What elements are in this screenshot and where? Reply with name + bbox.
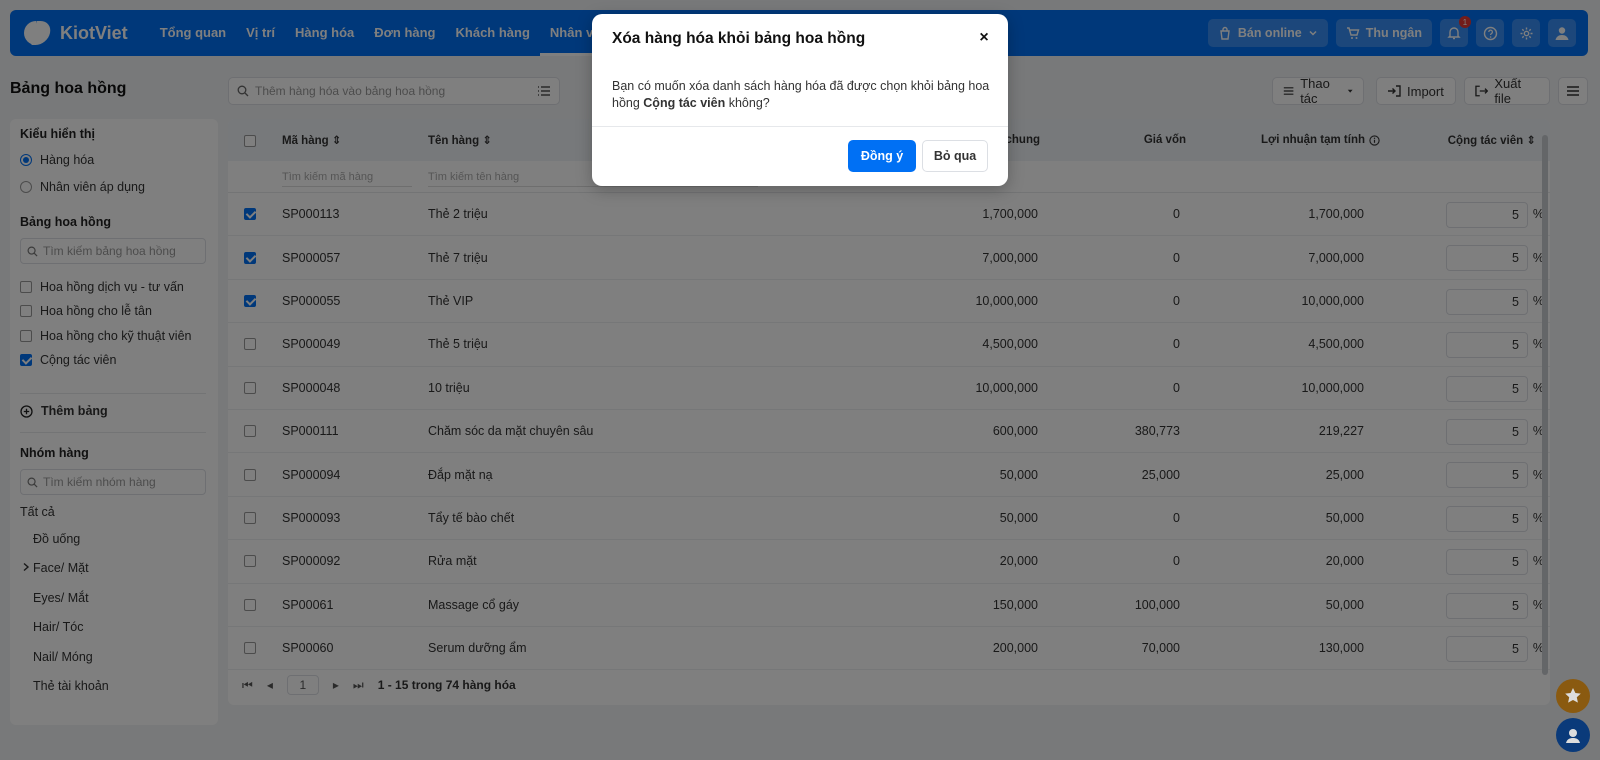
dialog-title: Xóa hàng hóa khỏi bảng hoa hồng (612, 30, 866, 47)
support-fab-button[interactable] (1556, 718, 1590, 752)
favorite-fab-button[interactable] (1556, 679, 1590, 713)
dialog-message: Bạn có muốn xóa danh sách hàng hóa đã đư… (612, 78, 992, 112)
support-agent-icon (1566, 729, 1580, 743)
dialog-divider (592, 126, 1008, 127)
dialog-message-table-name: Cộng tác viên (643, 96, 726, 110)
dialog-message-suffix: không? (725, 96, 770, 110)
cancel-button[interactable]: Bỏ qua (922, 140, 988, 172)
star-icon (1565, 688, 1581, 703)
delete-confirm-dialog: Xóa hàng hóa khỏi bảng hoa hồng × Bạn có… (592, 14, 1008, 186)
close-icon[interactable]: × (976, 30, 992, 46)
confirm-button[interactable]: Đồng ý (848, 140, 916, 172)
